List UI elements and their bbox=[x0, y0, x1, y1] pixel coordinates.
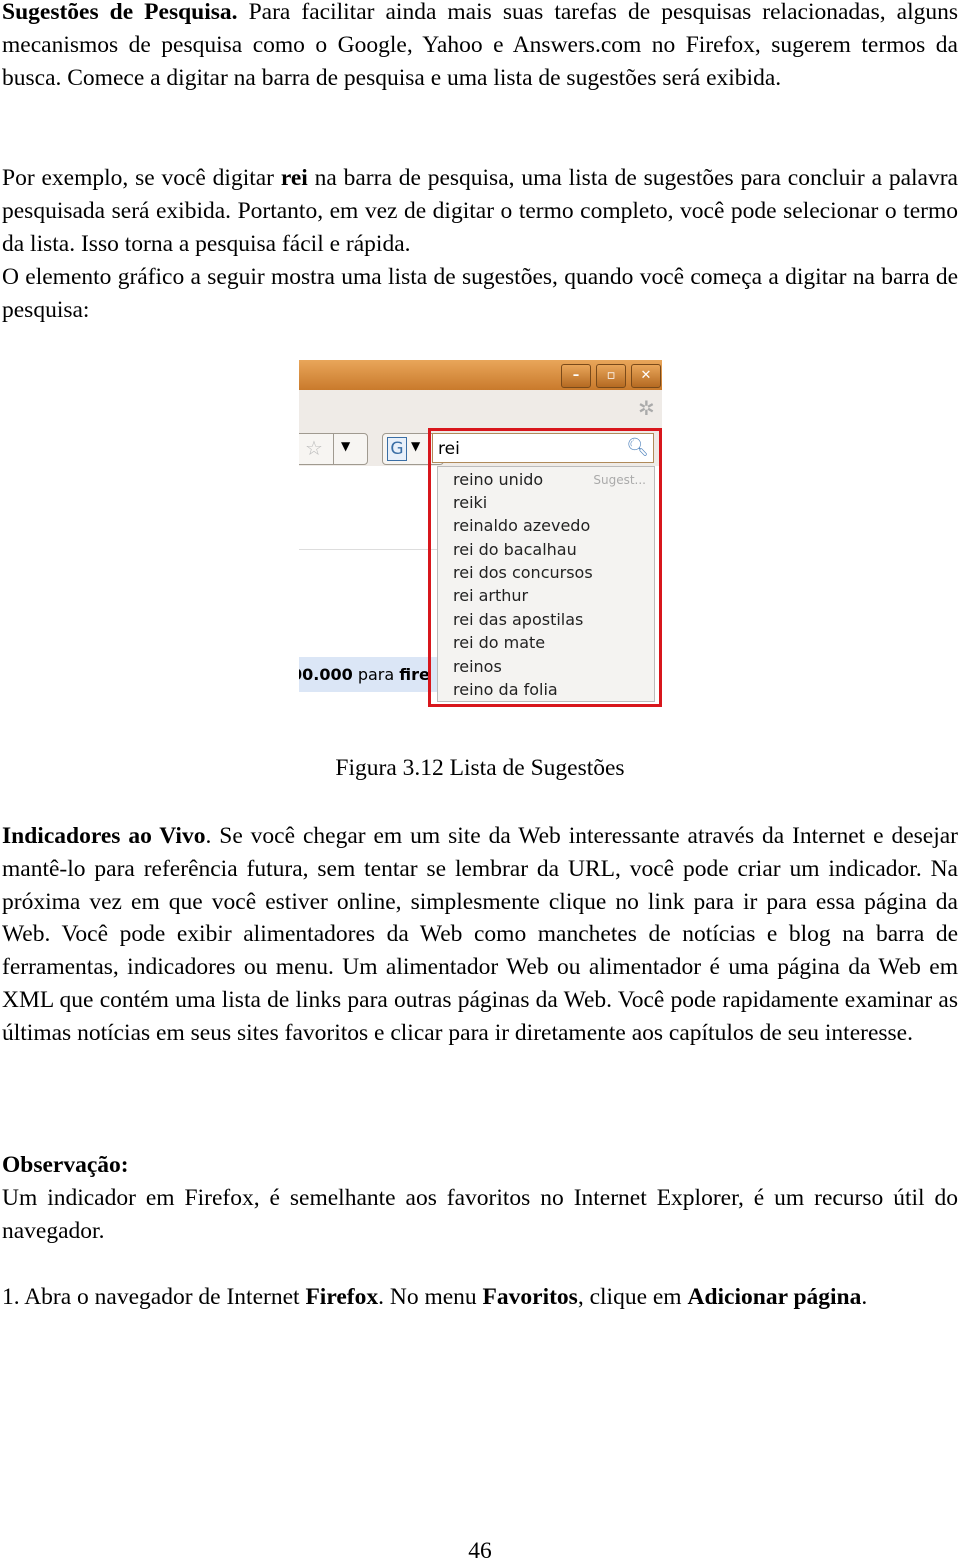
window-titlebar: – ▫ ✕ bbox=[299, 360, 662, 390]
paragraph-figure-intro: O elemento gráfico a seguir mostra uma l… bbox=[2, 264, 958, 323]
term: Sugestões de Pesquisa. bbox=[2, 0, 238, 25]
page-snippet: 00.000 para fire bbox=[299, 657, 439, 692]
step-1: 1. Abra o navegador de Internet Firefox.… bbox=[2, 1281, 958, 1314]
note-heading: Observação: bbox=[2, 1152, 129, 1178]
highlight-rectangle bbox=[428, 428, 662, 707]
text: . No menu bbox=[378, 1284, 483, 1310]
url-bar-end: ☆ ▼ bbox=[299, 433, 368, 465]
text: , clique em bbox=[577, 1284, 688, 1310]
maximize-icon: ▫ bbox=[596, 364, 626, 388]
text: . bbox=[861, 1284, 868, 1310]
chevron-down-icon: ▼ bbox=[411, 439, 421, 453]
term: Adicionar página bbox=[687, 1284, 862, 1310]
text: Por exemplo, se você digitar bbox=[2, 165, 281, 191]
chevron-down-icon: ▼ bbox=[341, 439, 351, 453]
snippet-bold: fire bbox=[399, 665, 430, 684]
note: Observação: Um indicador em Firefox, é se… bbox=[2, 1149, 958, 1247]
spinner-icon: ✲ bbox=[638, 396, 655, 420]
search-engine-icon: G bbox=[387, 437, 407, 461]
note-text: Um indicador em Firefox, é semelhante ao… bbox=[2, 1184, 958, 1244]
paragraph-example: Por exemplo, se você digitar rei na barr… bbox=[2, 162, 958, 260]
term: Favoritos bbox=[482, 1284, 578, 1310]
star-icon: ☆ bbox=[305, 436, 323, 460]
text: 1. Abra o navegador de Internet bbox=[2, 1284, 306, 1310]
term: Firefox bbox=[305, 1284, 379, 1310]
text: . Se você chegar em um site da Web inter… bbox=[2, 823, 958, 1046]
toolbar: ✲ bbox=[299, 390, 662, 427]
figure-search-suggestions-screenshot: – ▫ ✕ ✲ ☆ ▼ G ▼ rei🔍︎ 00.000 para fire S… bbox=[299, 360, 662, 718]
minimize-icon: – bbox=[561, 364, 591, 388]
term: Indicadores ao Vivo bbox=[2, 823, 206, 849]
term: rei bbox=[280, 165, 308, 191]
snippet-text: para bbox=[352, 665, 400, 684]
close-icon: ✕ bbox=[631, 364, 661, 388]
snippet-bold: 00.000 bbox=[299, 665, 353, 684]
paragraph-search-suggestions: Sugestões de Pesquisa. Para facilitar ai… bbox=[2, 0, 958, 94]
page-number: 46 bbox=[468, 1538, 492, 1564]
paragraph-live-bookmarks: Indicadores ao Vivo. Se você chegar em u… bbox=[2, 820, 958, 1050]
figure-caption: Figura 3.12 Lista de Sugestões bbox=[335, 755, 625, 781]
